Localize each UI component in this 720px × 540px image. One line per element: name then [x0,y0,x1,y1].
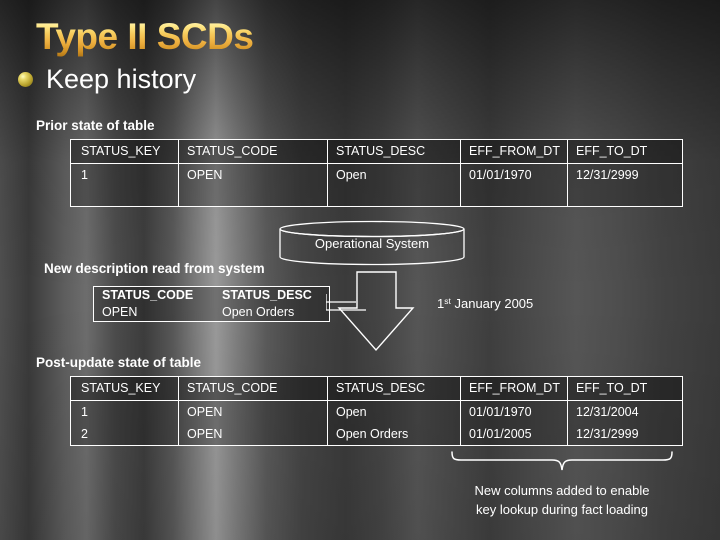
column-header: STATUS_DESC [327,139,461,164]
cell-eff-from-dt: 01/01/1970 [460,163,568,207]
prior-state-caption: Prior state of table [36,118,155,133]
cell-status-key: 1 [70,163,179,207]
new-description-caption: New description read from system [44,261,265,276]
cell-status-code: OPEN [178,400,328,423]
cell-status-key: 2 [70,423,179,446]
bullet-item-keep-history: Keep history [18,64,196,95]
prior-state-table: STATUS_KEY STATUS_CODE STATUS_DESC EFF_F… [70,139,683,207]
gold-sphere-bullet-icon [18,72,33,87]
curly-brace-icon [451,451,673,471]
cell-eff-to-dt: 12/31/2999 [567,163,683,207]
column-header: EFF_FROM_DT [460,139,568,164]
column-header: STATUS_KEY [70,376,179,401]
date-month-year: January 2005 [454,296,534,311]
down-arrow-icon [337,271,415,352]
table-header-row: STATUS_KEY STATUS_CODE STATUS_DESC EFF_F… [70,376,683,401]
table-header-row: STATUS_KEY STATUS_CODE STATUS_DESC EFF_F… [70,139,683,164]
effective-date-label: 1st January 2005 [437,296,533,311]
cell-status-code: OPEN [178,163,328,207]
column-header: STATUS_DESC [222,288,312,302]
new-description-data-row: OPEN Open Orders [94,304,329,321]
column-header: EFF_TO_DT [567,376,683,401]
cell-status-desc: Open [327,163,461,207]
slide-canvas: Type II SCDs Keep history Prior state of… [0,0,720,540]
operational-system-label: Operational System [314,236,430,251]
column-header: STATUS_KEY [70,139,179,164]
column-header: STATUS_CODE [102,288,194,302]
post-update-table: STATUS_KEY STATUS_CODE STATUS_DESC EFF_F… [70,376,683,446]
table-row: 1 OPEN Open 01/01/1970 12/31/2004 [70,400,683,423]
cell-eff-to-dt: 12/31/2999 [567,423,683,446]
cell-eff-from-dt: 01/01/1970 [460,400,568,423]
cell-eff-from-dt: 01/01/2005 [460,423,568,446]
post-update-caption: Post-update state of table [36,355,202,370]
bullet-item-label: Keep history [46,64,197,94]
new-description-header-row: STATUS_CODE STATUS_DESC [94,287,329,304]
column-header: STATUS_CODE [178,376,328,401]
column-header: EFF_TO_DT [567,139,683,164]
footnote-line-1: New columns added to enable [474,483,650,498]
cell-status-desc: Open Orders [327,423,461,446]
cell-eff-to-dt: 12/31/2004 [567,400,683,423]
footnote-text: New columns added to enable key lookup d… [440,481,684,519]
page-title: Type II SCDs [36,16,254,57]
footnote-line-2: key lookup during fact loading [475,502,648,517]
new-description-box: STATUS_CODE STATUS_DESC OPEN Open Orders [93,286,330,322]
column-header: STATUS_CODE [178,139,328,164]
table-row: 1 OPEN Open 01/01/1970 12/31/2999 [70,163,683,207]
cell-status-code: OPEN [102,305,138,319]
table-row: 2 OPEN Open Orders 01/01/2005 12/31/2999 [70,423,683,446]
cell-status-code: OPEN [178,423,328,446]
cell-status-desc: Open [327,400,461,423]
cell-status-key: 1 [70,400,179,423]
cell-status-desc: Open Orders [222,305,295,319]
column-header: STATUS_DESC [327,376,461,401]
date-ordinal-suffix: st [444,296,451,306]
column-header: EFF_FROM_DT [460,376,568,401]
